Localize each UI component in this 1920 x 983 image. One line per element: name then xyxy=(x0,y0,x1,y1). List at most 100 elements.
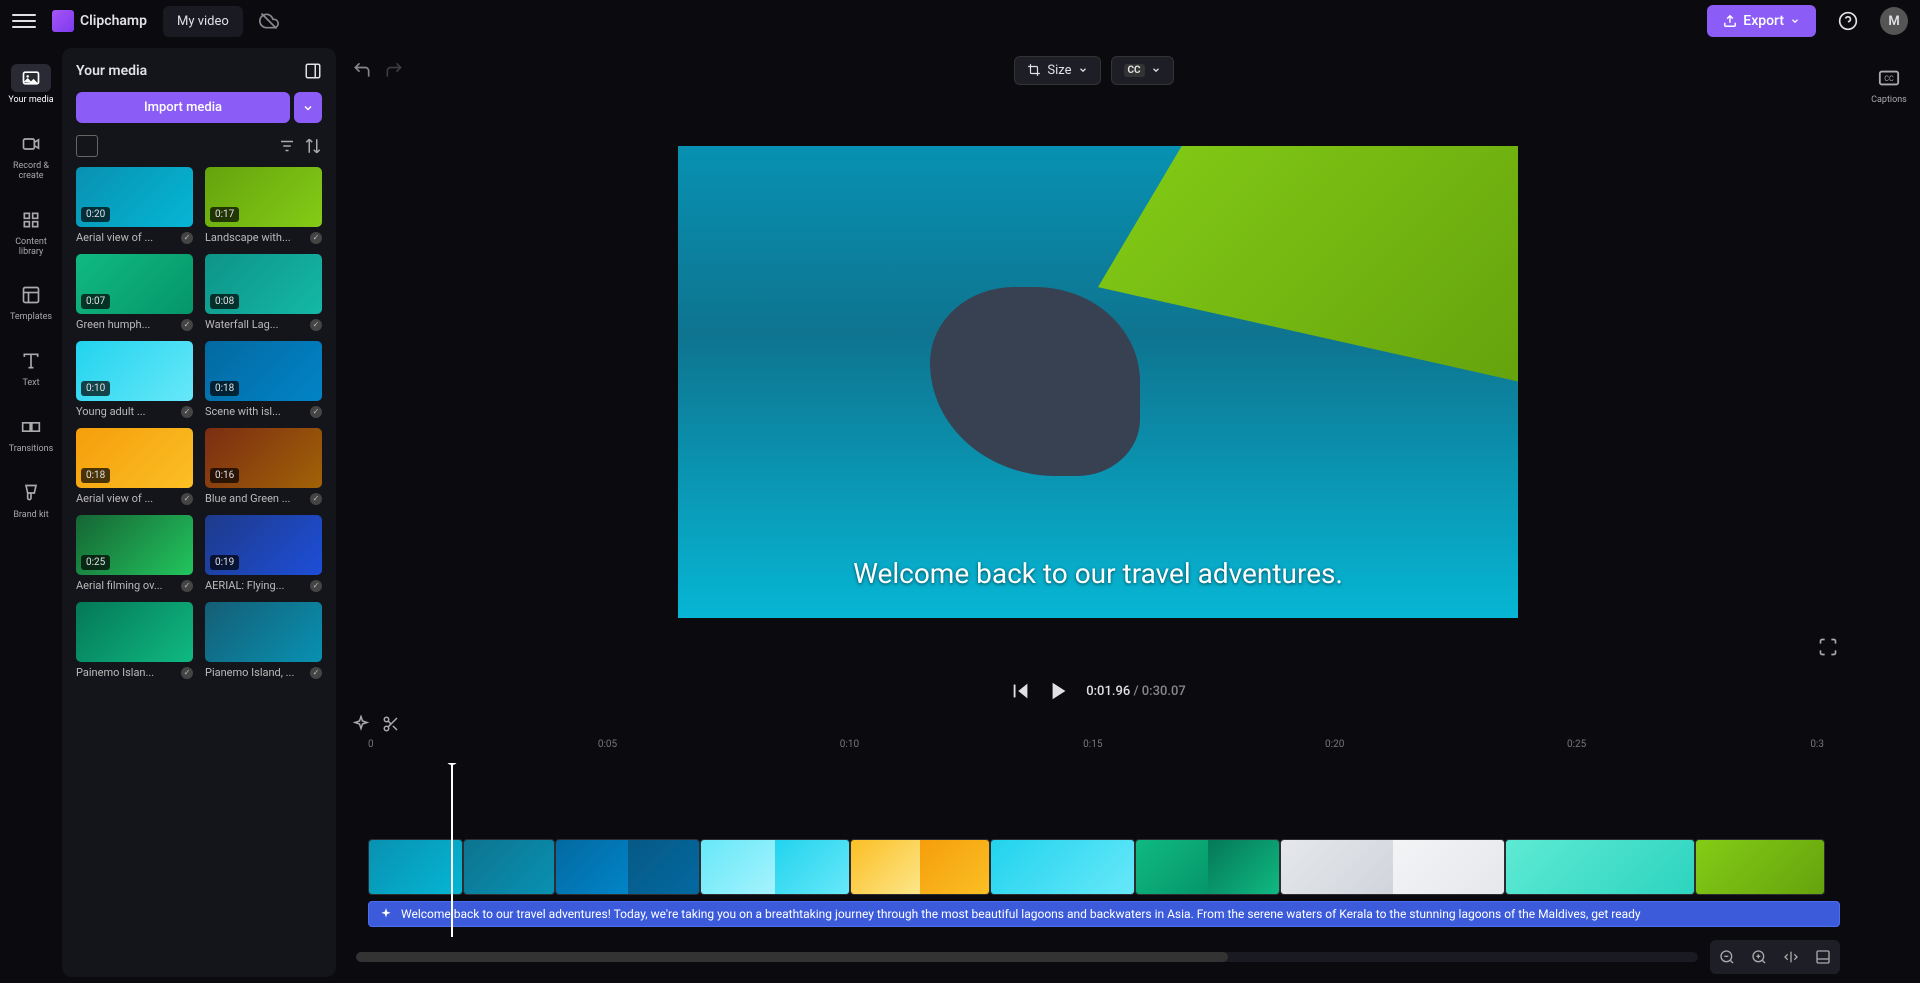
preview-canvas[interactable]: Welcome back to our travel adventures. xyxy=(678,146,1518,618)
media-item[interactable]: Painemo Islan...✓ xyxy=(76,602,193,679)
chevron-down-icon xyxy=(1151,65,1161,75)
sidebar-item-content-library[interactable]: Content library xyxy=(4,196,58,268)
media-item[interactable]: 0:20Aerial view of ...✓ xyxy=(76,167,193,244)
in-timeline-icon: ✓ xyxy=(181,232,193,244)
split-button[interactable] xyxy=(382,715,400,733)
sort-button[interactable] xyxy=(304,137,322,155)
clipchamp-logo-icon xyxy=(52,10,74,32)
media-item[interactable]: 0:19AERIAL: Flying...✓ xyxy=(205,515,322,592)
video-clip[interactable] xyxy=(555,839,700,895)
editor-area: Size CC Welcome back to our travel adven… xyxy=(344,48,1852,977)
video-track[interactable] xyxy=(368,839,1840,895)
playback-time: 0:01.96 / 0:30.07 xyxy=(1086,684,1186,699)
media-item[interactable]: 0:07Green humph...✓ xyxy=(76,254,193,331)
in-timeline-icon: ✓ xyxy=(181,667,193,679)
redo-button[interactable] xyxy=(384,60,404,80)
import-media-dropdown[interactable] xyxy=(294,92,322,123)
sidebar-item-templates[interactable]: Templates xyxy=(4,271,58,333)
fullscreen-button[interactable] xyxy=(1818,637,1838,657)
in-timeline-icon: ✓ xyxy=(310,406,322,418)
timeline-tools xyxy=(344,711,1852,737)
media-panel: Your media Import media 0:20Aerial view … xyxy=(62,48,336,977)
video-clip[interactable] xyxy=(463,839,555,895)
timeline-ruler[interactable]: 0 0:05 0:10 0:15 0:20 0:25 0:3 xyxy=(356,737,1840,757)
previous-frame-button[interactable] xyxy=(1010,680,1032,702)
preview-area: Welcome back to our travel adventures. xyxy=(344,92,1852,671)
collapse-panel-icon[interactable] xyxy=(304,62,322,80)
brand-kit-icon xyxy=(11,479,51,507)
media-item[interactable]: 0:10Young adult ...✓ xyxy=(76,341,193,418)
in-timeline-icon: ✓ xyxy=(310,580,322,592)
avatar[interactable]: M xyxy=(1880,7,1908,35)
filter-button[interactable] xyxy=(278,137,296,155)
export-button[interactable]: Export xyxy=(1707,5,1816,37)
video-clip[interactable] xyxy=(850,839,990,895)
zoom-out-button[interactable] xyxy=(1714,944,1740,970)
app-name: Clipchamp xyxy=(80,13,147,29)
audio-icon xyxy=(379,907,393,921)
import-media-button[interactable]: Import media xyxy=(76,92,290,123)
fit-timeline-button[interactable] xyxy=(1778,944,1804,970)
undo-button[interactable] xyxy=(352,60,372,80)
cc-icon: CC xyxy=(1869,64,1909,92)
project-name-button[interactable]: My video xyxy=(163,6,243,37)
size-button[interactable]: Size xyxy=(1014,56,1100,85)
text-icon xyxy=(11,347,51,375)
sidebar-item-brand-kit[interactable]: Brand kit xyxy=(4,469,58,531)
transitions-icon xyxy=(11,413,51,441)
sidebar-item-your-media[interactable]: Your media xyxy=(4,54,58,116)
timeline-scrollbar[interactable] xyxy=(356,952,1698,962)
library-icon xyxy=(11,206,51,234)
video-clip[interactable] xyxy=(1280,839,1505,895)
caption-overlay: Welcome back to our travel adventures. xyxy=(853,557,1343,590)
main-area: Your media Record & create Content libra… xyxy=(0,42,1920,983)
in-timeline-icon: ✓ xyxy=(310,319,322,331)
audio-track[interactable]: Welcome back to our travel adventures! T… xyxy=(368,901,1840,927)
sidebar-item-captions[interactable]: CC Captions xyxy=(1862,54,1916,116)
select-all-checkbox[interactable] xyxy=(76,135,98,157)
svg-text:CC: CC xyxy=(1884,74,1894,83)
media-item[interactable]: 0:08Waterfall Lag...✓ xyxy=(205,254,322,331)
media-grid: 0:20Aerial view of ...✓ 0:17Landscape wi… xyxy=(76,167,322,679)
templates-icon xyxy=(11,281,51,309)
auto-enhance-button[interactable] xyxy=(352,715,370,733)
timeline-tracks[interactable]: Welcome back to our travel adventures! T… xyxy=(356,763,1840,937)
chevron-down-icon xyxy=(1790,16,1800,26)
chevron-down-icon xyxy=(1078,65,1088,75)
timeline: 0 0:05 0:10 0:15 0:20 0:25 0:3 xyxy=(344,737,1852,977)
sidebar-item-transitions[interactable]: Transitions xyxy=(4,403,58,465)
video-clip[interactable] xyxy=(1695,839,1825,895)
cloud-sync-off-icon[interactable] xyxy=(259,11,279,31)
video-clip[interactable] xyxy=(1135,839,1280,895)
in-timeline-icon: ✓ xyxy=(310,667,322,679)
video-clip[interactable] xyxy=(700,839,850,895)
sidebar-item-text[interactable]: Text xyxy=(4,337,58,399)
media-icon xyxy=(11,64,51,92)
sidebar-right: CC Captions xyxy=(1858,42,1920,983)
editor-toolbar: Size CC xyxy=(344,48,1852,92)
sidebar-item-record-create[interactable]: Record & create xyxy=(4,120,58,192)
media-item[interactable]: 0:16Blue and Green ...✓ xyxy=(205,428,322,505)
topbar: Clipchamp My video Export M xyxy=(0,0,1920,42)
upload-icon xyxy=(1723,14,1737,28)
zoom-in-button[interactable] xyxy=(1746,944,1772,970)
expand-tracks-button[interactable] xyxy=(1810,944,1836,970)
playhead[interactable] xyxy=(451,763,453,937)
app-logo[interactable]: Clipchamp xyxy=(52,10,147,32)
in-timeline-icon: ✓ xyxy=(181,493,193,505)
play-button[interactable] xyxy=(1048,680,1070,702)
help-button[interactable] xyxy=(1834,7,1862,35)
media-item[interactable]: 0:17Landscape with...✓ xyxy=(205,167,322,244)
sidebar-left: Your media Record & create Content libra… xyxy=(0,42,62,983)
in-timeline-icon: ✓ xyxy=(181,406,193,418)
media-item[interactable]: 0:25Aerial filming ov...✓ xyxy=(76,515,193,592)
media-item[interactable]: 0:18Scene with isl...✓ xyxy=(205,341,322,418)
media-item[interactable]: 0:18Aerial view of ...✓ xyxy=(76,428,193,505)
zoom-controls xyxy=(1710,940,1840,974)
video-clip[interactable] xyxy=(990,839,1135,895)
menu-button[interactable] xyxy=(12,9,36,33)
video-clip[interactable] xyxy=(368,839,463,895)
video-clip[interactable] xyxy=(1505,839,1695,895)
captions-button[interactable]: CC xyxy=(1111,56,1174,85)
media-item[interactable]: Pianemo Island, ...✓ xyxy=(205,602,322,679)
